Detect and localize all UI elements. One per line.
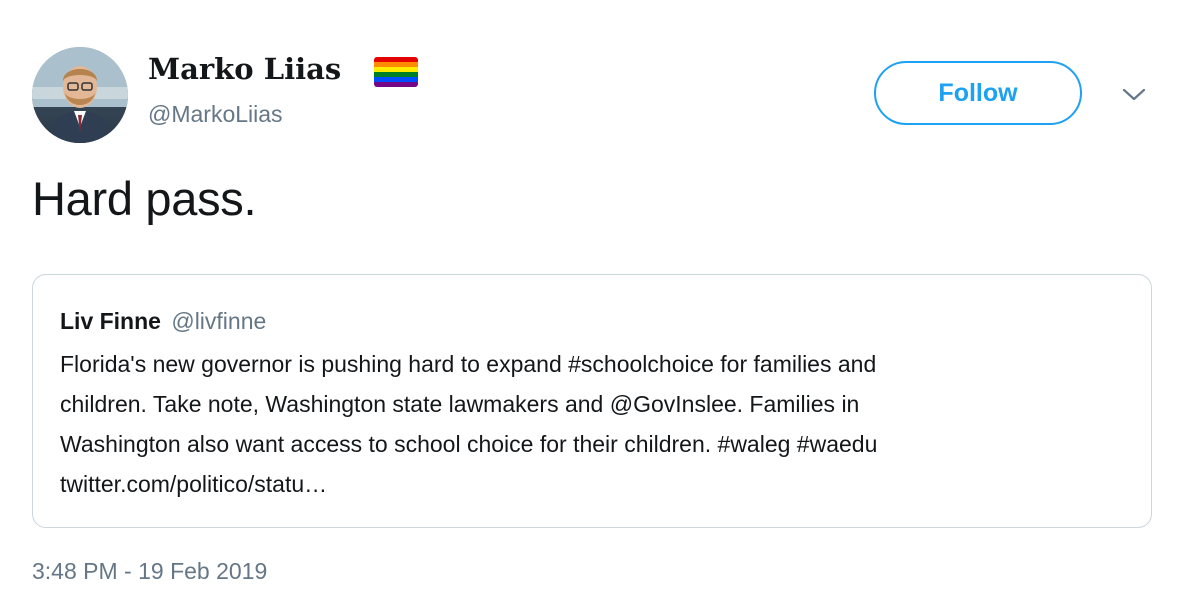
tweet-timestamp[interactable]: 3:48 PM - 19 Feb 2019 bbox=[32, 558, 267, 585]
rainbow-flag-icon bbox=[374, 57, 418, 87]
quoted-tweet-text: Florida's new governor is pushing hard t… bbox=[60, 344, 1120, 504]
tweet-text: Hard pass. bbox=[32, 172, 257, 225]
quoted-tweet-header: Liv Finne @livfinne bbox=[60, 308, 266, 335]
avatar[interactable] bbox=[32, 47, 128, 143]
quoted-author-name: Liv Finne bbox=[60, 308, 161, 334]
quoted-tweet-line: children. Take note, Washington state la… bbox=[60, 391, 860, 417]
quoted-tweet-link[interactable]: twitter.com/politico/statu… bbox=[60, 464, 1120, 504]
quoted-author-handle: @livfinne bbox=[171, 308, 267, 334]
quoted-tweet-card[interactable]: Liv Finne @livfinne Florida's new govern… bbox=[32, 274, 1152, 528]
quoted-tweet-line: Washington also want access to school ch… bbox=[60, 431, 878, 457]
follow-button[interactable]: Follow bbox=[874, 61, 1082, 125]
chevron-down-icon[interactable] bbox=[1121, 86, 1147, 104]
author-handle[interactable]: @MarkoLiias bbox=[148, 101, 283, 128]
profile-photo bbox=[32, 47, 128, 143]
quoted-tweet-line: Florida's new governor is pushing hard t… bbox=[60, 351, 877, 377]
flag-stripe bbox=[374, 82, 418, 87]
author-name[interactable]: Marko Liias bbox=[148, 52, 341, 86]
